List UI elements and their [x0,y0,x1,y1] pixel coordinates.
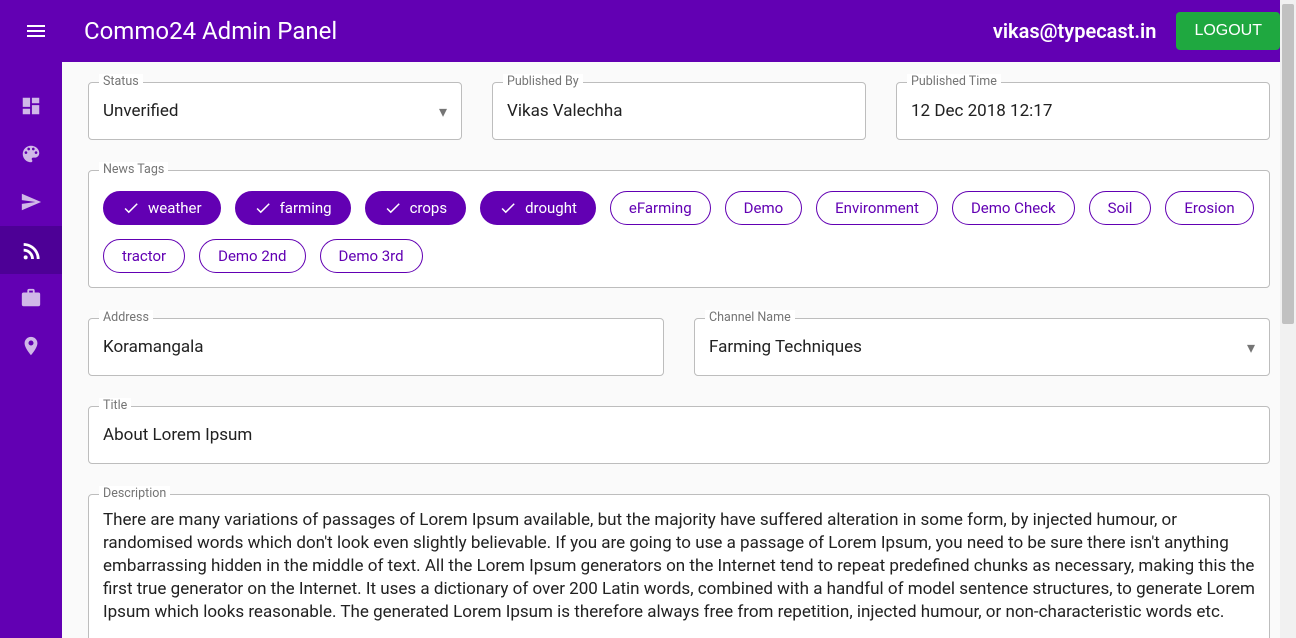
sidebar-item-briefcase[interactable] [0,274,62,322]
tag-chip[interactable]: tractor [103,239,185,273]
status-field[interactable]: Status Unverified ▾ [88,82,462,140]
tag-chip-label: crops [410,199,448,217]
title-label: Title [99,398,131,413]
check-icon [254,199,272,217]
tag-chip-label: Demo Check [971,199,1056,217]
check-icon [499,199,517,217]
app-title: Commo24 Admin Panel [84,17,337,45]
user-email: vikas@typecast.in [993,19,1157,43]
published-by-label: Published By [503,74,583,89]
sidebar-item-location[interactable] [0,322,62,370]
channel-name-value: Farming Techniques [709,337,1247,357]
caret-down-icon: ▾ [1247,338,1255,357]
tag-chip-label: Environment [835,199,919,217]
address-input[interactable] [103,337,649,357]
address-label: Address [99,310,153,325]
status-value: Unverified [103,101,439,121]
check-icon [384,199,402,217]
location-icon [20,335,42,357]
check-icon [122,199,140,217]
tag-chip[interactable]: weather [103,191,221,225]
tag-chip-label: eFarming [629,199,692,217]
tag-chip-label: Demo 3rd [339,247,404,265]
tag-chip-label: Demo 2nd [218,247,286,265]
main-content: Status Unverified ▾ Published By Publish… [62,62,1296,638]
send-icon [20,191,42,213]
sidebar-item-dashboard[interactable] [0,82,62,130]
rss-icon [20,239,42,261]
title-input[interactable] [103,425,1255,445]
description-textarea[interactable] [103,509,1255,624]
title-field[interactable]: Title [88,406,1270,464]
tag-chip[interactable]: drought [480,191,596,225]
sidebar-item-send[interactable] [0,178,62,226]
tag-chip[interactable]: Soil [1089,191,1152,225]
scrollbar-thumb[interactable] [1282,4,1294,324]
tag-chip-label: Demo [744,199,784,217]
logout-button[interactable]: LOGOUT [1176,12,1280,50]
sidebar-item-palette[interactable] [0,130,62,178]
tag-chip-label: weather [148,199,202,217]
tag-chip[interactable]: farming [235,191,351,225]
tag-chip-label: farming [280,199,332,217]
status-label: Status [99,74,143,89]
published-time-input[interactable] [911,101,1255,121]
tag-chip[interactable]: Erosion [1165,191,1253,225]
description-field[interactable]: Description [88,494,1270,638]
address-field[interactable]: Address [88,318,664,376]
tag-chip-label: tractor [122,247,166,265]
tag-chip-label: drought [525,199,577,217]
tag-chip[interactable]: crops [365,191,467,225]
tag-chip-label: Erosion [1184,199,1234,217]
published-time-label: Published Time [907,74,1001,89]
tag-chip-label: Soil [1108,199,1133,217]
channel-name-label: Channel Name [705,310,795,325]
tag-chip[interactable]: Environment [816,191,938,225]
description-label: Description [99,486,170,501]
published-by-input[interactable] [507,101,851,121]
tag-chip[interactable]: Demo [725,191,803,225]
tag-chip[interactable]: Demo 2nd [199,239,305,273]
top-bar: Commo24 Admin Panel vikas@typecast.in LO… [0,0,1296,62]
published-time-field[interactable]: Published Time [896,82,1270,140]
hamburger-icon [24,19,48,43]
published-by-field[interactable]: Published By [492,82,866,140]
tag-chip[interactable]: Demo Check [952,191,1075,225]
menu-button[interactable] [16,11,56,51]
tag-chip[interactable]: eFarming [610,191,711,225]
news-tags-group: News Tags weatherfarmingcropsdroughteFar… [88,170,1270,288]
sidebar-item-rss[interactable] [0,226,62,274]
news-tags-label: News Tags [99,162,168,177]
briefcase-icon [20,287,42,309]
palette-icon [20,143,42,165]
channel-name-field[interactable]: Channel Name Farming Techniques ▾ [694,318,1270,376]
vertical-scrollbar[interactable] [1280,0,1296,638]
tag-chip[interactable]: Demo 3rd [320,239,423,273]
caret-down-icon: ▾ [439,102,447,121]
dashboard-icon [20,95,42,117]
sidebar [0,62,62,638]
